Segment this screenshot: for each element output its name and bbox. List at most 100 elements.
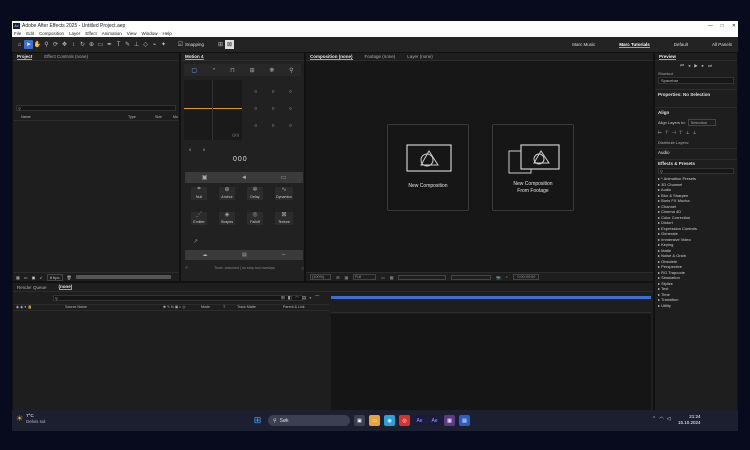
weather-widget[interactable]: ☀ 7°C Delvis sol [16,413,45,424]
anchor-button[interactable]: ⊕ Anchor [219,187,235,200]
new-composition-button[interactable]: New Composition [387,124,469,211]
shortcut-dropdown[interactable]: Spacebar [658,77,734,84]
after-effects-2-taskbar-icon[interactable]: Ae [429,415,440,426]
timecode-field[interactable]: 0:00:00:00 [513,274,540,280]
align-vcenter-icon[interactable]: ⊥ [686,130,690,136]
menu-edit[interactable]: Edit [26,31,34,36]
tab-layer[interactable]: Layer (none) [407,54,433,59]
menu-view[interactable]: View [127,31,137,36]
menu-layer[interactable]: Layer [69,31,80,36]
file-explorer-icon[interactable]: ▭ [369,415,380,426]
anchor-point-icon[interactable]: ○ [289,89,292,95]
rotate-tool-icon[interactable]: ↻ [78,40,87,49]
delay-button[interactable]: ✲ Delay [247,187,263,200]
col-name[interactable]: Name [21,115,31,119]
col-type[interactable]: Type [128,115,136,119]
taskbar-search-box[interactable]: ⚲ Søk [268,415,350,426]
eraser-tool-icon[interactable]: ◇ [141,40,150,49]
dynamics-button[interactable]: ∿ Dynamics [275,187,293,200]
flowchart-icon[interactable]: ➶ [39,275,42,280]
project-search-input[interactable]: ⚲ [16,105,176,111]
maximize-icon[interactable]: □ [721,23,724,29]
graph-editor-icon[interactable]: ⌒ [315,295,320,301]
volume-icon[interactable]: ◁ [667,416,671,422]
hand-tool-icon[interactable]: ✋ [33,40,42,49]
anchor-point-icon[interactable]: ○ [254,123,257,129]
orbit-tool-icon[interactable]: ⟳ [51,40,60,49]
wifi-icon[interactable]: ◠ [659,416,663,422]
cloud-icon[interactable]: ☁ [202,252,207,258]
windows-start-icon[interactable]: ⊞ [252,415,263,426]
motion-field-mid[interactable]: 0 [203,147,205,152]
col-parent-link[interactable]: Parent & Link [283,305,305,309]
play-icon[interactable]: ▶ [694,63,697,69]
workspace-marc-music[interactable]: Marc Music [572,42,595,47]
next-frame-icon[interactable]: ▸ [702,63,704,69]
workspace-all-panels[interactable]: All Panels [712,42,732,47]
zoom-dropdown[interactable]: (100%) [310,274,332,280]
shapes-button[interactable]: ◈ Shapes [219,212,235,225]
tab-render-queue[interactable]: Render Queue [17,285,47,290]
grid-icon[interactable]: ⊞ [336,275,339,280]
draft3d-icon[interactable]: ◧ [288,295,292,301]
motion-grid-icon[interactable]: ⊞ [250,67,255,74]
motion-shapes-icon[interactable]: ❋ [269,67,274,74]
roto-tool-icon[interactable]: ⌁ [150,40,159,49]
last-frame-icon[interactable]: ⏭ [708,63,712,69]
anchor-point-icon[interactable]: ○ [289,106,292,112]
align-right-icon[interactable]: ⊣ [672,130,676,136]
texture-button[interactable]: ⊠ Texture [275,212,293,225]
workspace-default[interactable]: Default [674,42,688,47]
tab-timeline-none[interactable]: (none) [58,284,73,290]
bpc-button[interactable]: 8 bpc [46,273,63,281]
anchor-point-icon[interactable]: ○ [271,106,274,112]
chrome-icon[interactable]: ◎ [399,415,410,426]
home-icon[interactable]: ⌂ [15,40,24,49]
region-icon[interactable]: ▭ [381,275,385,280]
effects-search-input[interactable]: ⚲ [658,168,734,174]
snap-options-icon[interactable]: ⊞ [216,40,225,49]
timeline-search-input[interactable]: ⚲ [53,295,303,301]
motion-tools-icon[interactable]: ⊓ [230,67,235,74]
delete-icon[interactable]: 🗑 [67,275,72,280]
menu-window[interactable]: Window [141,31,157,36]
align-target-dropdown[interactable]: Selection [687,119,717,126]
emitter-button[interactable]: ⋰ Emitter [191,212,207,225]
col-media[interactable]: Mu [173,115,178,119]
color-icon[interactable]: ◐ [506,275,508,279]
align-bottom-icon[interactable]: ⊥ [693,130,697,136]
anchor-point-icon[interactable]: ○ [289,123,292,129]
menu-composition[interactable]: Composition [39,31,64,36]
pan-tool-icon[interactable]: ✥ [60,40,69,49]
expand-icon[interactable]: ⤧ [185,266,188,270]
falloff-button[interactable]: ◎ Falloff [247,212,263,225]
anchor-tool-icon[interactable]: ⊕ [87,40,96,49]
preview-title[interactable]: Preview [659,54,677,60]
menu-file[interactable]: File [14,31,21,36]
selection-tool-icon[interactable]: ➤ [24,40,33,49]
resolution-dropdown[interactable]: Full [353,274,377,280]
motion-layers-icon[interactable]: ▢ [191,67,197,74]
safe-area-icon[interactable]: ▦ [344,275,348,280]
tab-footage[interactable]: Footage (none) [365,54,396,59]
motion-blur-icon[interactable]: ◐ [309,295,312,301]
col-size[interactable]: Size [155,115,162,119]
task-view-icon[interactable]: ▣ [354,415,365,426]
tab-project[interactable]: Project [17,54,33,60]
stamp-tool-icon[interactable]: ⊥ [132,40,141,49]
clone-icon[interactable]: ▣ [202,174,208,181]
motion-drop-icon[interactable]: ◔ [212,67,216,73]
tray-chevron-icon[interactable]: ⌃ [652,416,656,422]
pin-icon[interactable]: ↗ [193,238,198,245]
snapshot-icon[interactable]: 📷 [496,275,501,280]
dolly-tool-icon[interactable]: ↕ [69,40,78,49]
align-hcenter-icon[interactable]: ⊤ [665,130,669,136]
new-folder-icon[interactable]: ▭ [24,275,28,280]
shy-icon[interactable]: ◠ [295,295,299,301]
motion4-tab[interactable]: Motion 4 [185,54,204,60]
new-composition-from-footage-button[interactable]: New Composition From Footage [492,124,574,211]
layer-add-icon[interactable]: ▭ [281,174,287,181]
work-area-bar[interactable] [331,296,651,299]
menu-help[interactable]: Help [162,31,171,36]
motion-graph[interactable]: ((•)) [184,80,242,140]
